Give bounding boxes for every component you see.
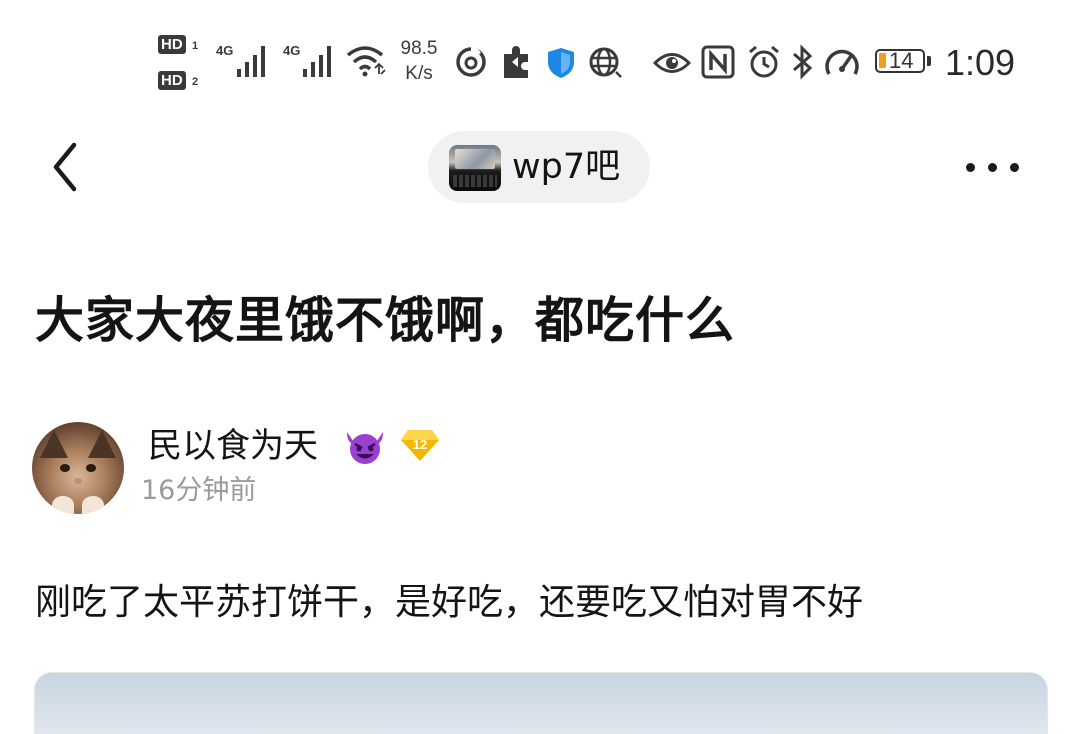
network-speed-unit: K/s bbox=[405, 63, 433, 84]
back-button[interactable] bbox=[40, 135, 90, 199]
author-avatar[interactable] bbox=[32, 422, 124, 514]
forum-chip[interactable]: wp7吧 bbox=[428, 131, 650, 203]
wifi-icon bbox=[346, 46, 386, 77]
shield-app-icon bbox=[548, 48, 574, 78]
network-speed: 98.5 K/s bbox=[392, 36, 446, 86]
eye-icon bbox=[653, 53, 691, 73]
netease-music-icon bbox=[456, 47, 486, 77]
post-title: 大家大夜里饿不饿啊，都吃什么 bbox=[35, 292, 736, 349]
status-time: 1:09 bbox=[945, 42, 1016, 83]
globe-app-icon bbox=[589, 47, 622, 78]
signal-strength-1-icon bbox=[237, 46, 265, 77]
signal-strength-2-icon bbox=[303, 46, 331, 77]
hd-sim2-label: HD bbox=[158, 71, 186, 90]
network-type-2: 4G bbox=[283, 43, 301, 58]
more-dots-icon bbox=[966, 163, 975, 172]
speedometer-icon bbox=[825, 49, 859, 75]
battery-cap bbox=[927, 56, 931, 66]
bluetooth-icon bbox=[793, 44, 813, 80]
status-bar: HD 1 HD 2 4G 4G 98.5 K/s 14 1:09 bbox=[0, 0, 1079, 110]
author-name[interactable]: 民以食为天 bbox=[148, 424, 318, 468]
puzzle-app-icon bbox=[504, 46, 528, 78]
sim1-index: 1 bbox=[192, 40, 199, 52]
more-options-button[interactable] bbox=[962, 148, 1026, 188]
sim2-index: 2 bbox=[192, 76, 199, 88]
nfc-icon bbox=[701, 45, 735, 79]
forum-avatar bbox=[449, 145, 501, 191]
forum-name: wp7吧 bbox=[512, 147, 621, 187]
network-type-1: 4G bbox=[216, 43, 234, 58]
level-badge-icon: 12 bbox=[401, 430, 439, 461]
battery-level: 14 bbox=[889, 48, 914, 73]
chevron-left-icon bbox=[53, 142, 77, 192]
post-image[interactable] bbox=[34, 672, 1048, 734]
alarm-icon bbox=[749, 45, 779, 78]
battery-fill bbox=[879, 53, 886, 68]
network-speed-value: 98.5 bbox=[400, 38, 438, 59]
post-time: 16分钟前 bbox=[141, 475, 257, 506]
battery-icon: 14 bbox=[875, 48, 925, 73]
hd-sim1-label: HD bbox=[158, 35, 186, 54]
level-number: 12 bbox=[413, 437, 427, 452]
post-body: 刚吃了太平苏打饼干，是好吃，还要吃又怕对胃不好 bbox=[35, 582, 864, 623]
devil-emoji-icon bbox=[347, 432, 383, 464]
